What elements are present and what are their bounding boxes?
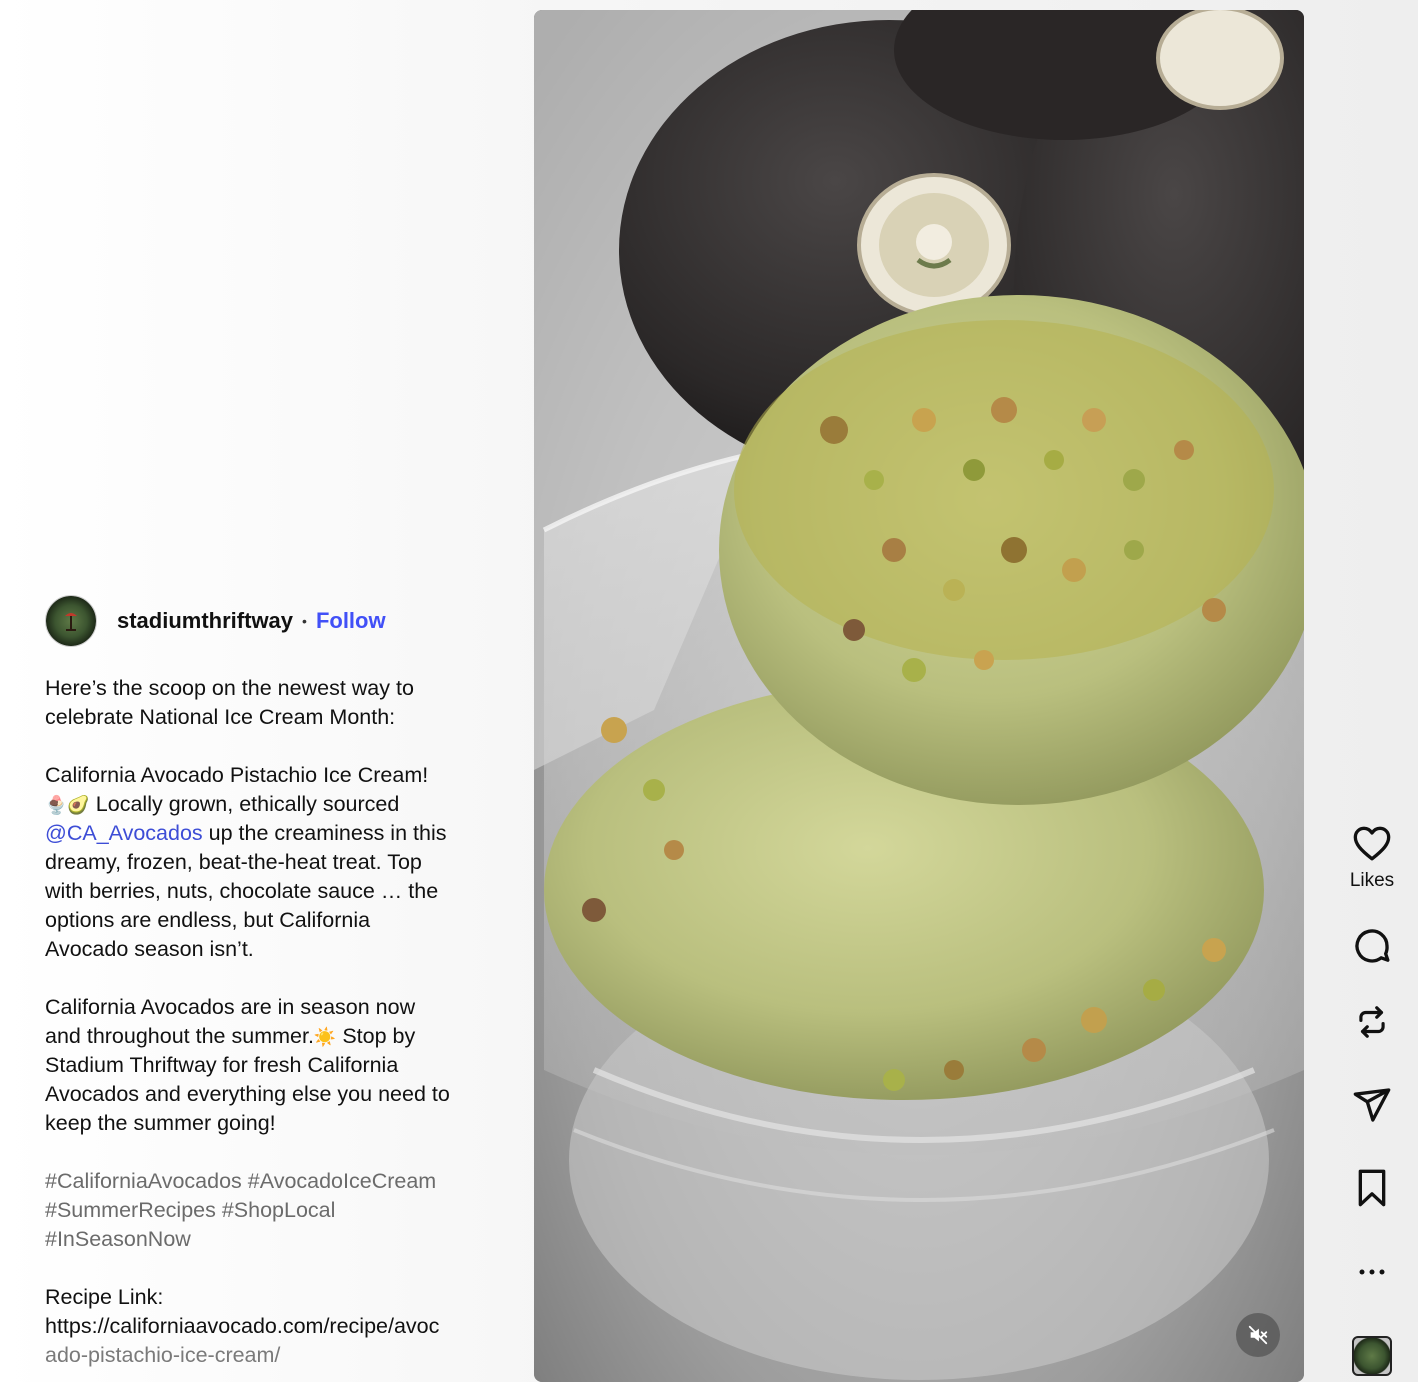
caption-line: California Avocados are in season now (45, 995, 416, 1019)
caption-line: @CA_Avocados up the creaminess in this (45, 819, 490, 848)
caption-line: 🍨🥑 Locally grown, ethically sourced (45, 790, 490, 819)
recipe-url: ado-pistachio-ice-cream/ (45, 1343, 281, 1367)
author-avatar[interactable] (45, 595, 97, 647)
hashtag-line[interactable]: #SummerRecipes #ShopLocal (45, 1196, 490, 1225)
video-frame (534, 10, 1304, 1382)
caption-line: Avocados and everything else you need to (45, 1082, 450, 1106)
repost-button[interactable] (1330, 1002, 1414, 1042)
hashtag-line[interactable]: #InSeasonNow (45, 1225, 490, 1254)
caption-line: celebrate National Ice Cream Month: (45, 705, 396, 729)
caption-text: and throughout the summer. (45, 1024, 314, 1048)
caption-line: Here’s the scoop on the newest way to (45, 676, 414, 700)
caption-line: options are endless, but California (45, 908, 371, 932)
caption-text: up the creaminess in this (202, 821, 447, 845)
recipe-label: Recipe Link: (45, 1285, 164, 1309)
recipe-url: https://californiaavocado.com/recipe/avo… (45, 1314, 440, 1338)
share-button[interactable] (1330, 1085, 1414, 1125)
repost-icon (1359, 1006, 1385, 1038)
speaker-muted-icon (1248, 1325, 1268, 1345)
comment-icon (1355, 929, 1390, 963)
caption-line: Stadium Thriftway for fresh California (45, 1053, 399, 1077)
caption-line: keep the summer going! (45, 1111, 276, 1135)
post-video[interactable] (534, 10, 1304, 1382)
post-caption: Here’s the scoop on the newest way to ce… (45, 674, 490, 1370)
share-icon (1353, 1088, 1391, 1122)
caption-line: and throughout the summer.☀️ Stop by (45, 1022, 490, 1051)
author-username[interactable]: stadiumthriftway (117, 608, 293, 634)
post-author-row: stadiumthriftway • Follow (45, 595, 386, 647)
bookmark-icon (1358, 1169, 1386, 1207)
save-button[interactable] (1330, 1168, 1414, 1208)
heart-icon (1353, 826, 1391, 861)
hashtag-line[interactable]: #CaliforniaAvocados #AvocadoIceCream (45, 1167, 490, 1196)
mention-link[interactable]: @CA_Avocados (45, 821, 203, 845)
ice-cream-avocado-emoji: 🍨🥑 (45, 795, 90, 815)
caption-line: Avocado season isn’t. (45, 937, 254, 961)
caption-text: Locally grown, ethically sourced (89, 792, 400, 816)
likes-label: Likes (1349, 870, 1395, 891)
post-actions-bar: Likes (1330, 0, 1414, 1382)
caption-text: Stop by (336, 1024, 416, 1048)
caption-line: California Avocado Pistachio Ice Cream! (45, 763, 429, 787)
follow-button[interactable]: Follow (316, 608, 386, 634)
like-button[interactable]: Likes (1330, 824, 1414, 892)
more-options-button[interactable] (1330, 1262, 1414, 1282)
store-logo-icon (65, 613, 77, 631)
audio-thumbnail[interactable] (1352, 1336, 1392, 1376)
comment-button[interactable] (1330, 926, 1414, 966)
mute-toggle-button[interactable] (1236, 1313, 1280, 1357)
more-icon (1359, 1269, 1385, 1275)
caption-line: dreamy, frozen, beat-the-heat treat. Top (45, 850, 422, 874)
separator-dot: • (302, 613, 307, 629)
post-details-panel: stadiumthriftway • Follow Here’s the sco… (0, 0, 520, 1382)
sun-emoji: ☀️ (313, 1027, 337, 1047)
caption-line: with berries, nuts, chocolate sauce … th… (45, 879, 439, 903)
